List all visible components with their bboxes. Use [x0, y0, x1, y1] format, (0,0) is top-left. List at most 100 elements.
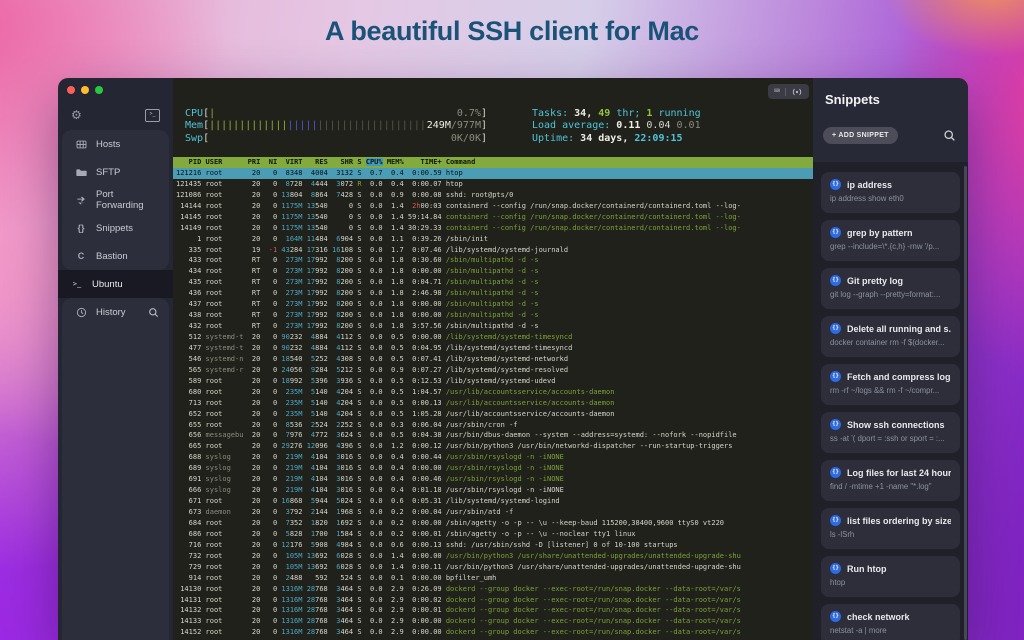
- add-snippet-button[interactable]: + ADD SNIPPET: [823, 127, 898, 144]
- process-row[interactable]: 438 root RT 0 273M 17992 8200 S 0.0 1.8 …: [173, 310, 813, 321]
- process-row[interactable]: 121086 root 20 0 13804 8864 7428 S 0.0 0…: [173, 190, 813, 201]
- process-row[interactable]: 656 messagebu 20 0 7976 4772 3624 S 0.0 …: [173, 430, 813, 441]
- process-row[interactable]: 546 systemd-n 20 0 18540 5252 4308 S 0.0…: [173, 354, 813, 365]
- process-row[interactable]: 14133 root 20 0 1316M 28768 3464 S 0.0 2…: [173, 616, 813, 627]
- process-row[interactable]: 435 root RT 0 273M 17992 8200 S 0.0 1.8 …: [173, 277, 813, 288]
- snippet-command: netstat -a | more: [830, 626, 951, 635]
- snippet-card[interactable]: {} Fetch and compress logs rm -rf ~/logs…: [821, 364, 960, 405]
- snippet-card[interactable]: {} check network netstat -a | more: [821, 604, 960, 640]
- process-row[interactable]: 477 systemd-t 20 0 90232 4884 4112 S 0.0…: [173, 343, 813, 354]
- process-row[interactable]: 716 root 20 0 12176 5908 4984 S 0.0 0.6 …: [173, 540, 813, 551]
- active-session-label: Ubuntu: [92, 279, 123, 290]
- process-row[interactable]: 436 root RT 0 273M 17992 8200 S 0.0 1.8 …: [173, 288, 813, 299]
- process-row[interactable]: 589 root 20 0 18992 5396 3936 S 0.0 0.5 …: [173, 376, 813, 387]
- bastion-icon: C: [75, 250, 87, 262]
- process-row[interactable]: 14130 root 20 0 1316M 28768 3464 S 0.0 2…: [173, 584, 813, 595]
- process-row[interactable]: 652 root 20 0 235M 5140 4204 S 0.0 0.5 1…: [173, 409, 813, 420]
- snippet-braces-icon: {}: [830, 611, 841, 622]
- keyboard-icon[interactable]: ⌨: [774, 85, 780, 99]
- terminal-pane[interactable]: ⌨ CPU[|0.7%]Mem[||||||||||||||||||||||||…: [173, 78, 813, 640]
- process-row[interactable]: 914 root 20 0 2488 592 524 S 0.0 0.1 0:0…: [173, 573, 813, 584]
- sidebar-item-sftp[interactable]: SFTP: [62, 158, 169, 186]
- sidebar-item-hosts[interactable]: Hosts: [62, 130, 169, 158]
- process-row[interactable]: 689 syslog 20 0 219M 4104 3016 S 0.0 0.4…: [173, 463, 813, 474]
- cpu-meter: CPU[|0.7%]: [185, 108, 487, 120]
- process-row[interactable]: 688 syslog 20 0 219M 4104 3016 S 0.0 0.4…: [173, 452, 813, 463]
- hosts-grid-icon: [75, 138, 87, 150]
- sidebar-item-history[interactable]: History: [62, 298, 169, 326]
- process-row[interactable]: 14145 root 20 0 1175M 13540 0 S 0.0 1.4 …: [173, 212, 813, 223]
- snippet-card[interactable]: {} Log files for last 24 hours find / -m…: [821, 460, 960, 501]
- snippet-card[interactable]: {} Show ssh connections ss -at '( dport …: [821, 412, 960, 453]
- sidebar-search-icon[interactable]: [148, 307, 159, 318]
- close-button[interactable]: [67, 86, 75, 94]
- process-row[interactable]: 14132 root 20 0 1316M 28768 3464 S 0.0 2…: [173, 605, 813, 616]
- snippet-card[interactable]: {} ip address ip address show eth0: [821, 172, 960, 213]
- snippet-card[interactable]: {} Run htop htop: [821, 556, 960, 597]
- process-row[interactable]: 686 root 20 0 5828 1700 1584 S 0.0 0.2 0…: [173, 529, 813, 540]
- new-terminal-icon[interactable]: >_: [145, 109, 160, 122]
- sidebar-nav: Hosts SFTP Port Forwarding {} Snippe: [62, 130, 169, 270]
- app-window: ⚙ >_ Hosts SFTP: [58, 78, 968, 640]
- sidebar-toolbar: ⚙ >_: [58, 107, 173, 125]
- mem-meter: Mem[||||||||||||||||||||||||||||||||||||…: [185, 120, 487, 132]
- snippet-card[interactable]: {} list files ordering by size ls -lSrh: [821, 508, 960, 549]
- process-row[interactable]: 432 root RT 0 273M 17992 8200 S 0.0 1.8 …: [173, 321, 813, 332]
- tasks-line: Tasks: 34, 49 thr; 1 running: [532, 108, 701, 120]
- process-row[interactable]: 1 root 20 0 164M 11484 6904 S 0.0 1.1 0:…: [173, 234, 813, 245]
- process-row[interactable]: 655 root 20 0 8536 2524 2252 S 0.0 0.3 0…: [173, 420, 813, 431]
- sidebar: ⚙ >_ Hosts SFTP: [58, 78, 173, 640]
- process-row[interactable]: 434 root RT 0 273M 17992 8200 S 0.0 1.8 …: [173, 266, 813, 277]
- process-row[interactable]: 684 root 20 0 7352 1820 1692 S 0.0 0.2 0…: [173, 518, 813, 529]
- sidebar-item-port-forwarding[interactable]: Port Forwarding: [62, 186, 169, 214]
- process-row[interactable]: 680 root 20 0 235M 5140 4204 S 0.0 0.5 1…: [173, 387, 813, 398]
- snippet-title: check network: [847, 612, 910, 622]
- htop-screen: CPU[|0.7%]Mem[||||||||||||||||||||||||||…: [185, 108, 813, 640]
- process-row[interactable]: 14152 root 20 0 1316M 28768 3464 S 0.0 2…: [173, 627, 813, 638]
- process-row[interactable]: 691 syslog 20 0 219M 4104 3016 S 0.0 0.4…: [173, 474, 813, 485]
- process-row[interactable]: 713 root 20 0 235M 5140 4204 S 0.0 0.5 0…: [173, 398, 813, 409]
- snippet-command: grep --include=\*.{c,h} -rnw '/p...: [830, 242, 951, 251]
- zoom-button[interactable]: [95, 86, 103, 94]
- process-row[interactable]: 121435 root 20 0 8728 4444 3072 R 0.0 0.…: [173, 179, 813, 190]
- settings-gear-icon[interactable]: ⚙: [71, 107, 82, 123]
- snippet-card[interactable]: {} Git pretty log git log --graph --pret…: [821, 268, 960, 309]
- snippet-command: htop: [830, 578, 951, 587]
- process-row[interactable]: 671 root 20 0 16868 5944 5024 S 0.0 0.6 …: [173, 496, 813, 507]
- snippet-braces-icon: {}: [830, 515, 841, 526]
- braces-icon: {}: [75, 222, 87, 234]
- broadcast-icon[interactable]: [791, 87, 803, 97]
- snippets-scrollbar[interactable]: [964, 166, 967, 640]
- snippets-search-icon[interactable]: [943, 129, 956, 142]
- snippet-title: Delete all running and s...: [847, 324, 951, 334]
- process-row[interactable]: 565 systemd-r 20 0 24056 9284 5212 S 0.0…: [173, 365, 813, 376]
- process-row[interactable]: 729 root 20 0 105M 13692 6028 S 0.0 1.4 …: [173, 562, 813, 573]
- process-row[interactable]: 14144 root 20 0 1175M 13540 0 S 0.0 1.4 …: [173, 201, 813, 212]
- snippet-braces-icon: {}: [830, 275, 841, 286]
- sidebar-item-bastion[interactable]: C Bastion: [62, 242, 169, 270]
- sidebar-item-ubuntu-active[interactable]: >_ Ubuntu: [58, 270, 173, 298]
- process-row[interactable]: 335 root 19 -1 43284 17316 16108 S 0.0 1…: [173, 245, 813, 256]
- sidebar-item-snippets[interactable]: {} Snippets: [62, 214, 169, 242]
- process-row[interactable]: 666 syslog 20 0 219M 4104 3016 S 0.0 0.4…: [173, 485, 813, 496]
- snippets-list: {} ip address ip address show eth0 {} gr…: [813, 162, 968, 640]
- snippet-card[interactable]: {} grep by pattern grep --include=\*.{c,…: [821, 220, 960, 261]
- process-row[interactable]: 512 systemd-t 20 0 90232 4884 4112 S 0.0…: [173, 332, 813, 343]
- process-row[interactable]: 121216 root 20 0 8348 4004 3132 S 0.7 0.…: [173, 168, 813, 179]
- process-row[interactable]: 14131 root 20 0 1316M 28768 3464 S 0.0 2…: [173, 595, 813, 606]
- snippet-command: ip address show eth0: [830, 194, 951, 203]
- marketing-background: A beautiful SSH client for Mac ⚙ >_ Host…: [0, 0, 1024, 640]
- clock-icon: [75, 306, 87, 318]
- minimize-button[interactable]: [81, 86, 89, 94]
- process-table-header: PID USER PRI NI VIRT RES SHR S CPU% MEM%…: [173, 157, 813, 168]
- process-row[interactable]: 732 root 20 0 105M 13692 6028 S 0.0 1.4 …: [173, 551, 813, 562]
- process-row[interactable]: 14149 root 20 0 1175M 13540 0 S 0.0 1.4 …: [173, 223, 813, 234]
- process-table: PID USER PRI NI VIRT RES SHR S CPU% MEM%…: [173, 157, 813, 638]
- snippet-command: ss -at '( dport = :ssh or sport = :...: [830, 434, 951, 443]
- process-row[interactable]: 673 daemon 20 0 3792 2144 1968 S 0.0 0.2…: [173, 507, 813, 518]
- process-row[interactable]: 437 root RT 0 273M 17992 8200 S 0.0 1.8 …: [173, 299, 813, 310]
- sidebar-item-label: SFTP: [96, 167, 120, 178]
- process-row[interactable]: 433 root RT 0 273M 17992 8200 S 0.0 1.8 …: [173, 255, 813, 266]
- process-row[interactable]: 665 root 20 0 29276 12096 4396 S 0.0 1.2…: [173, 441, 813, 452]
- snippet-card[interactable]: {} Delete all running and s... docker co…: [821, 316, 960, 357]
